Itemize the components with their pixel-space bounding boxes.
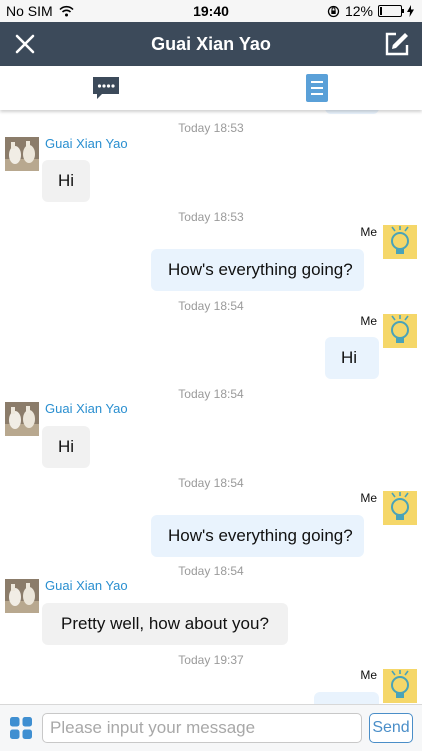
input-bar: Send bbox=[0, 704, 422, 751]
message-bubble[interactable] bbox=[314, 692, 379, 704]
message-timestamp: Today 18:54 bbox=[178, 564, 244, 578]
sender-name: Me bbox=[360, 491, 377, 505]
message-text: Pretty well, how about you? bbox=[61, 614, 269, 633]
message-bubble[interactable]: Hi bbox=[42, 426, 91, 468]
avatar-me[interactable] bbox=[383, 314, 417, 348]
tab-chat[interactable] bbox=[0, 66, 211, 110]
document-list-icon bbox=[305, 74, 328, 102]
chat-bubble-icon bbox=[92, 77, 119, 99]
llama-avatar-icon bbox=[5, 137, 39, 171]
send-button[interactable]: Send bbox=[369, 713, 413, 743]
battery-icon bbox=[378, 5, 404, 17]
message-timestamp: Today 18:54 bbox=[178, 476, 244, 490]
rotation-lock-icon bbox=[327, 5, 340, 17]
sender-name: Me bbox=[360, 668, 377, 682]
sender-name: Me bbox=[360, 225, 377, 239]
status-bar: No SIM 19:40 12% bbox=[0, 0, 422, 22]
message-timestamp: Today 18:53 bbox=[178, 210, 244, 224]
avatar-me[interactable] bbox=[383, 225, 417, 259]
message-text: Hi bbox=[58, 171, 75, 190]
message-bubble[interactable]: How's everything going? bbox=[151, 249, 364, 291]
message-text: How's everything going? bbox=[168, 526, 353, 545]
message-text: How's everything going? bbox=[168, 260, 353, 279]
tab-details[interactable] bbox=[211, 66, 422, 110]
llama-avatar-icon bbox=[5, 579, 39, 613]
avatar[interactable] bbox=[5, 402, 39, 436]
avatar[interactable] bbox=[5, 579, 39, 613]
message-bubble[interactable]: Pretty well, how about you? bbox=[42, 603, 288, 645]
battery-percent: 12% bbox=[344, 3, 373, 19]
apps-grid-button[interactable] bbox=[10, 717, 32, 739]
page-title: Guai Xian Yao bbox=[151, 34, 271, 54]
message-timestamp: Today 18:53 bbox=[178, 121, 244, 135]
sender-name: Me bbox=[360, 314, 377, 328]
bulb-avatar-icon bbox=[383, 314, 417, 348]
message-timestamp: Today 19:37 bbox=[178, 653, 244, 667]
message-text: Hi bbox=[341, 348, 358, 367]
sender-name: Guai Xian Yao bbox=[45, 401, 128, 416]
avatar[interactable] bbox=[5, 137, 39, 171]
app-header: Guai Xian Yao bbox=[0, 22, 422, 66]
charging-bolt-icon bbox=[407, 5, 414, 17]
sender-name: Guai Xian Yao bbox=[45, 578, 128, 593]
bulb-avatar-icon bbox=[383, 491, 417, 525]
message-bubble[interactable]: Hi bbox=[325, 337, 379, 379]
message-input[interactable] bbox=[42, 713, 362, 743]
avatar-me[interactable] bbox=[383, 669, 417, 703]
bulb-avatar-icon bbox=[383, 225, 417, 259]
message-timestamp: Today 18:54 bbox=[178, 387, 244, 401]
message-timestamp: Today 18:54 bbox=[178, 299, 244, 313]
avatar-me[interactable] bbox=[383, 491, 417, 525]
sender-name: Guai Xian Yao bbox=[45, 136, 128, 151]
message-text: Hi bbox=[58, 437, 75, 456]
message-bubble[interactable]: How's everything going? bbox=[151, 515, 364, 557]
tab-bar bbox=[0, 66, 422, 110]
llama-avatar-icon bbox=[5, 402, 39, 436]
chat-area[interactable]: Today 18:53 Guai Xian Yao Hi Today 18:53… bbox=[0, 110, 422, 704]
message-bubble[interactable]: Hi bbox=[42, 160, 91, 202]
edit-button[interactable] bbox=[384, 31, 410, 57]
bulb-avatar-icon bbox=[383, 669, 417, 703]
message-bubble-partial bbox=[325, 110, 379, 114]
